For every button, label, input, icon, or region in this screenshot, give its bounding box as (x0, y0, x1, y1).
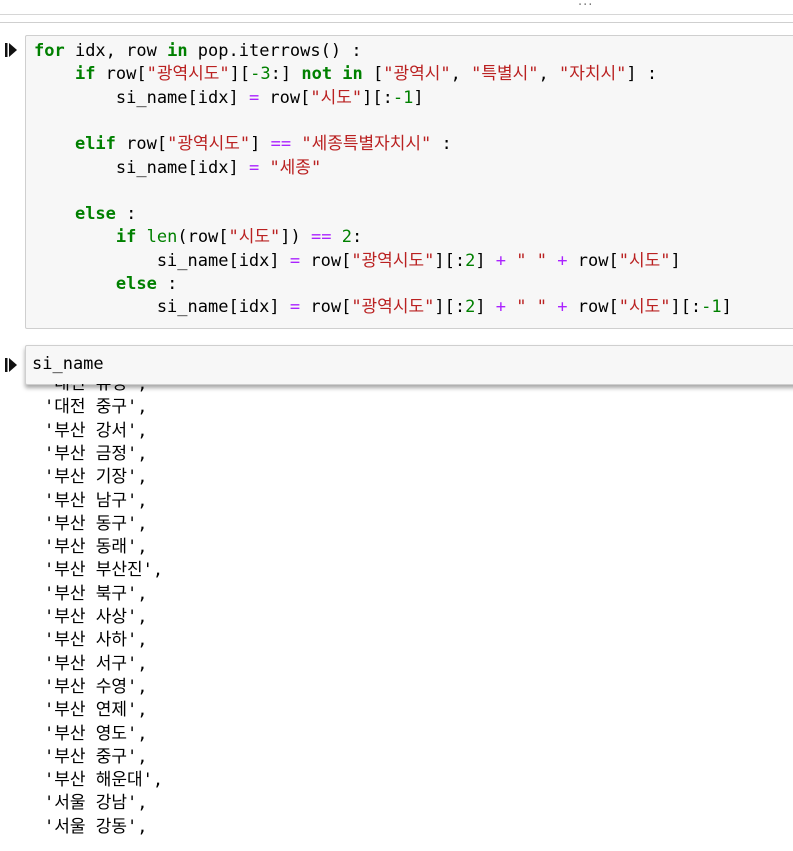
output-item: '부산 북구', (44, 583, 148, 604)
input-code[interactable]: si_name (32, 353, 104, 376)
output-item: '부산 서구', (44, 653, 148, 674)
output-item: '부산 사상', (44, 607, 148, 627)
output-item: '부산 사하', (44, 630, 148, 651)
more-dots-icon[interactable]: ... (578, 0, 593, 9)
output-item: '부산 남구', (44, 490, 148, 511)
code-line: for idx, row in pop.iterrows() : (34, 41, 362, 61)
output-item: '대전 중구', (44, 397, 148, 418)
output-item: '부산 금정', (44, 443, 148, 464)
notebook-toolbar: ... (0, 0, 793, 15)
code-line: si_name[idx] = row["광역시도"][:2] + " " + r… (34, 297, 732, 318)
cell-output: '대전 유성', '대전 중구', '부산 강서', '부산 금정', '부산 기장',… (0, 384, 793, 851)
run-cell-icon[interactable] (5, 43, 17, 57)
output-item: '부산 동래', (44, 537, 148, 558)
output-item: '부산 영도', (44, 723, 148, 744)
code-line: if row["광역시도"][-3:] not in ["광역시", "특별시"… (74, 64, 658, 85)
output-item: '부산 강서', (44, 420, 148, 441)
code-line: if len(row["시도"]) == 2: (115, 227, 363, 248)
output-item: '대전 유성', (44, 384, 148, 394)
run-cell-icon[interactable] (5, 358, 17, 372)
code-line: si_name[idx] = row["시도"][:-1] (34, 87, 424, 108)
output-item: '부산 기장', (44, 467, 148, 488)
divider (0, 22, 793, 23)
code-line: else : (115, 274, 178, 294)
output-item: '서울 강동', (44, 816, 148, 837)
output-item: '부산 중구', (44, 746, 148, 767)
code-line: elif row["광역시도"] == "세종특별자치시" : (74, 134, 452, 155)
code-line: si_name[idx] = row["광역시도"][:2] + " " + r… (34, 250, 681, 271)
output-item: '서울 강남', (44, 793, 148, 814)
code-line: si_name[idx] = "세종" (34, 157, 322, 178)
code-cell[interactable]: for idx, row in pop.iterrows() : if row[… (25, 35, 793, 329)
output-item: '부산 동구', (44, 513, 148, 534)
output-item: '부산 부산진', (44, 560, 164, 581)
output-item: '부산 연제', (44, 700, 148, 721)
output-item: '부산 수영', (44, 676, 148, 697)
code-line: else : (74, 204, 137, 225)
output-item: '부산 해운대', (44, 770, 164, 791)
input-cell[interactable]: si_name (25, 345, 793, 385)
